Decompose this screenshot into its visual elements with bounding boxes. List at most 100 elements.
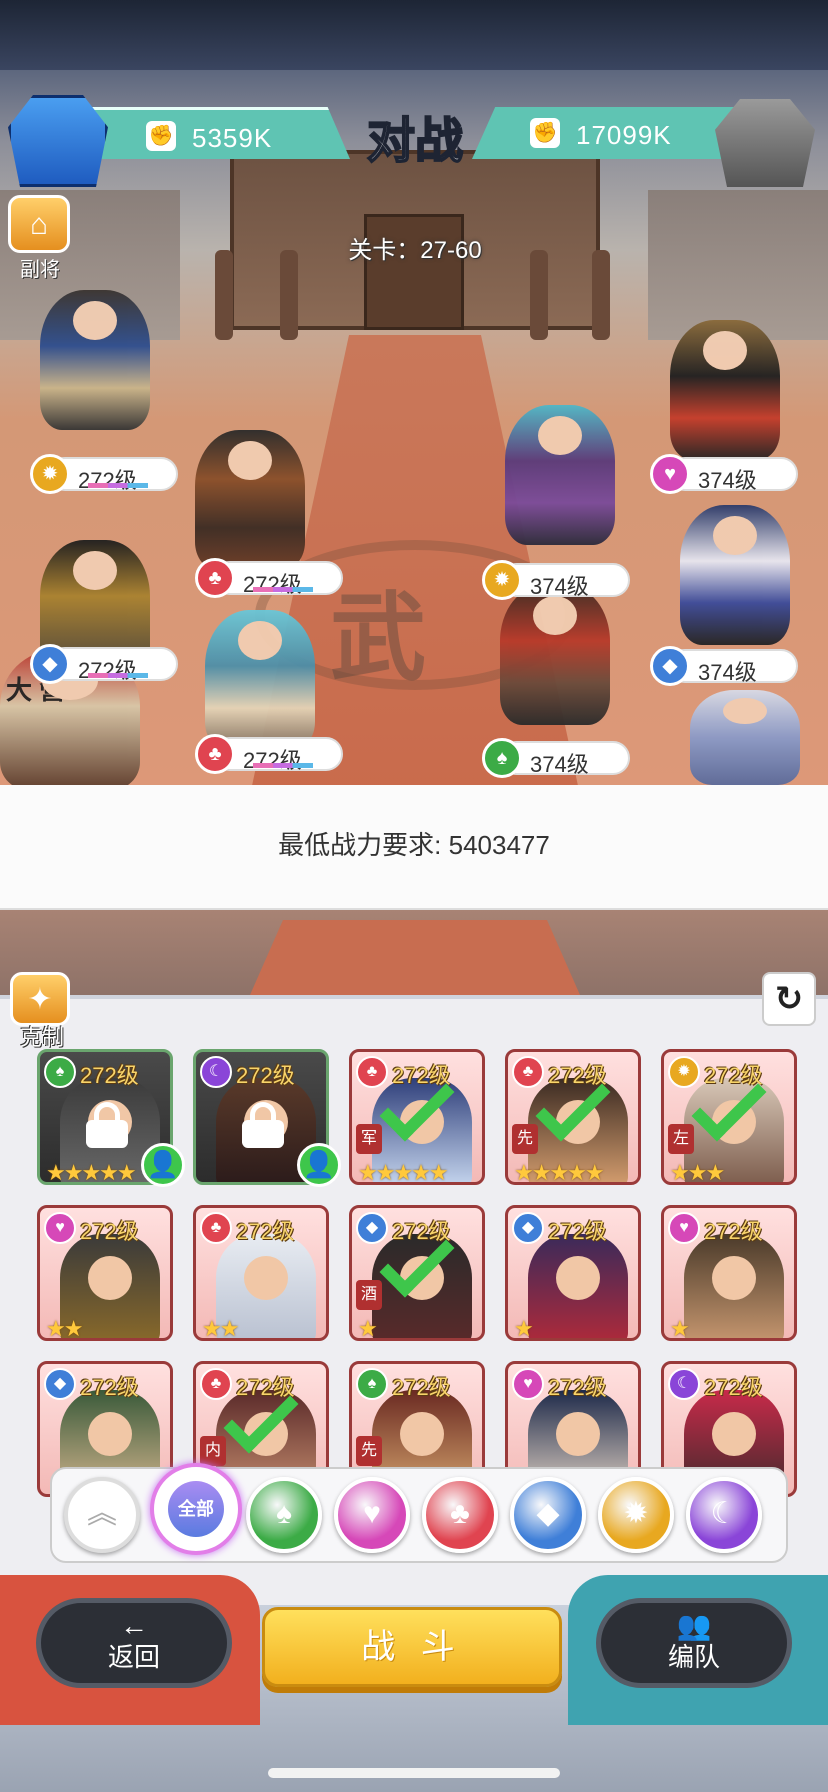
hero-card[interactable]: ◆ 272级 ★ <box>505 1205 641 1341</box>
hero-role-tag: 酒 <box>356 1280 382 1310</box>
hero-level: 272级 <box>548 1375 607 1400</box>
clover-faction-icon: ♣ <box>356 1056 388 1088</box>
collapse-filter-button[interactable]: ︽ <box>64 1477 140 1553</box>
player-hero-level-badge: 272级 ♣ <box>195 734 345 774</box>
assist-person-icon: 👤 <box>297 1143 341 1187</box>
moon-faction-icon: ☾ <box>710 1497 738 1530</box>
hero-role-tag: 先 <box>512 1124 538 1154</box>
player-hero-level-badge: 272级 ♣ <box>195 558 345 598</box>
player-hero-level-badge: 272级 ◆ <box>30 644 180 684</box>
enemy-hero-figure[interactable] <box>505 405 615 545</box>
hero-level: 272级 <box>78 468 137 493</box>
heart-faction-icon: ♥ <box>650 454 690 494</box>
diamond-faction-icon: ◆ <box>512 1212 544 1244</box>
diamond-faction-icon: ◆ <box>44 1368 76 1400</box>
clover-faction-icon: ♣ <box>195 558 235 598</box>
enemy-power: 17099K <box>576 120 672 150</box>
player-hero-figure[interactable] <box>205 610 315 750</box>
enemy-hero-figure[interactable] <box>690 690 800 785</box>
moon-faction-icon: ☾ <box>200 1056 232 1088</box>
hero-stars: ★ <box>670 1316 690 1341</box>
back-label: 返回 <box>107 1642 160 1672</box>
filter-moon-button[interactable]: ☾ <box>686 1477 762 1553</box>
hero-level: 272级 <box>236 1219 295 1244</box>
versus-header: ✊ 5359K ✊ 17099K 对战 <box>0 95 828 187</box>
spade-faction-icon: ♠ <box>276 1497 292 1530</box>
heart-faction-icon: ♥ <box>44 1212 76 1244</box>
enemy-hero-level-badge: 374级 ✹ <box>482 560 632 600</box>
enemy-hero-figure[interactable] <box>670 320 780 460</box>
pagoda-icon: ⌂ <box>8 195 70 253</box>
enemy-hero-level-badge: 374级 ◆ <box>650 646 800 686</box>
hero-stars: ★★ <box>46 1316 83 1341</box>
stage-label: 关卡：27-60 <box>348 237 482 264</box>
hero-card[interactable]: ♣ 272级先 ★★★★★ <box>505 1049 641 1185</box>
fist-icon: ✊ <box>530 118 560 148</box>
battle-arena: 武 ✊ 5359K ✊ 17099K 对战 关卡：27-60 ⌂ 副将 大 營 … <box>0 0 828 785</box>
formation-label: 编队 <box>667 1642 720 1672</box>
hero-stars: ★★★★★ <box>358 1160 449 1185</box>
battle-button[interactable]: 战 斗 <box>262 1607 562 1687</box>
filter-diamond-button[interactable]: ◆ <box>510 1477 586 1553</box>
hero-level: 272级 <box>243 748 302 773</box>
hero-card[interactable]: ♣ 272级军 ★★★★★ <box>349 1049 485 1185</box>
refresh-button[interactable]: ↻ <box>762 972 816 1026</box>
faction-filter-bar: ︽ 全部 ♠ ♥ ♣ ◆ ✹ ☾ <box>50 1463 788 1563</box>
back-button[interactable]: ← 返回 <box>36 1598 232 1688</box>
filter-all-button[interactable]: 全部 <box>150 1463 242 1555</box>
player-power-bar: ✊ 5359K <box>70 107 350 159</box>
pillar <box>530 250 548 340</box>
counter-chart-button[interactable]: ✦ 克制 <box>10 972 74 1052</box>
home-indicator[interactable] <box>268 1768 560 1778</box>
hero-level: 272级 <box>548 1219 607 1244</box>
filter-clover-button[interactable]: ♣ <box>422 1477 498 1553</box>
filter-spade-button[interactable]: ♠ <box>246 1477 322 1553</box>
sun-faction-icon: ✹ <box>482 560 522 600</box>
hero-card[interactable]: ◆ 272级酒 ★ <box>349 1205 485 1341</box>
spade-faction-icon: ♠ <box>356 1368 388 1400</box>
hero-level: 374级 <box>530 752 589 777</box>
hero-level: 272级 <box>704 1375 763 1400</box>
refresh-icon: ↻ <box>774 980 804 1018</box>
assist-person-icon: 👤 <box>141 1143 185 1187</box>
pillar <box>215 250 233 340</box>
hero-level: 272级 <box>236 1063 295 1088</box>
filter-heart-button[interactable]: ♥ <box>334 1477 410 1553</box>
hero-portrait <box>528 1234 628 1338</box>
enemy-hero-figure[interactable] <box>680 505 790 645</box>
hero-stars: ★★★ <box>670 1160 725 1185</box>
spade-faction-icon: ♠ <box>44 1056 76 1088</box>
right-building <box>648 190 828 340</box>
hero-card[interactable]: ♥ 272级 ★ <box>661 1205 797 1341</box>
hero-card[interactable]: ♥ 272级 ★★ <box>37 1205 173 1341</box>
player-hero-figure[interactable] <box>40 290 150 430</box>
double-chevron-up-icon: ︽ <box>87 1497 117 1530</box>
arrow-left-icon: ← <box>120 1610 148 1641</box>
hero-level: 374级 <box>698 660 757 685</box>
diamond-faction-icon: ◆ <box>536 1497 560 1530</box>
hero-portrait <box>684 1234 784 1338</box>
heart-faction-icon: ♥ <box>363 1497 381 1530</box>
player-hero-figure[interactable] <box>195 430 305 570</box>
formation-button[interactable]: 👥 编队 <box>596 1598 792 1688</box>
player-power: 5359K <box>192 123 273 153</box>
hero-stars: ★★★★★ <box>46 1160 137 1185</box>
heart-faction-icon: ♥ <box>668 1212 700 1244</box>
hero-role-tag: 军 <box>356 1124 382 1154</box>
moon-faction-icon: ☾ <box>668 1368 700 1400</box>
enemy-hero-level-badge: 374级 ♥ <box>650 454 800 494</box>
hero-card[interactable]: ✹ 272级左 ★★★ <box>661 1049 797 1185</box>
deputy-general-button[interactable]: ⌂ 副将 <box>8 195 72 281</box>
hero-card[interactable]: ♣ 272级 ★★ <box>193 1205 329 1341</box>
hero-level: 272级 <box>243 572 302 597</box>
counter-label: 克制 <box>19 1025 64 1050</box>
heart-faction-icon: ♥ <box>512 1368 544 1400</box>
pillar <box>280 250 298 340</box>
hero-level: 272级 <box>704 1219 763 1244</box>
hero-level: 374级 <box>530 574 589 599</box>
enemy-hero-figure[interactable] <box>500 585 610 725</box>
floor-decoration <box>0 910 828 995</box>
clover-faction-icon: ♣ <box>195 734 235 774</box>
hero-role-tag: 内 <box>200 1436 226 1466</box>
filter-sun-button[interactable]: ✹ <box>598 1477 674 1553</box>
